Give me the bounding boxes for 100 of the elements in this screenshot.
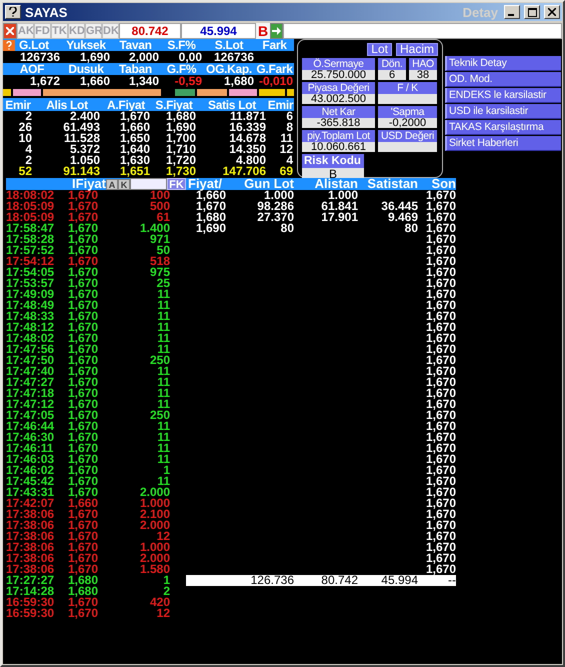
filter-field[interactable] (130, 178, 167, 190)
trade-lot: 11 (156, 377, 170, 388)
trade-lot: 11 (156, 388, 170, 399)
toolbar-tab[interactable]: GR (85, 23, 102, 39)
depth-cell-text: 6 (285, 111, 294, 122)
trade-price: 1,670 (68, 212, 100, 223)
trade-lot: 11 (156, 443, 170, 454)
last-price-cell-text: 1,670 (424, 443, 456, 454)
trade-lot: 2.000 (138, 487, 170, 498)
close-icon (6, 27, 14, 35)
stat-label: Dön. (378, 58, 406, 70)
trade-lot: 975 (148, 267, 170, 278)
last-price-cell-text: 1,670 (424, 531, 456, 542)
toolbar-tab[interactable]: KD (68, 23, 85, 39)
trade-price: 1,670 (68, 597, 100, 608)
trade-time: 17:48:49 (6, 300, 56, 311)
filter-button[interactable]: FK (167, 178, 186, 190)
trade-lot: 11 (157, 399, 170, 410)
flag-label: B (256, 23, 270, 39)
trade-lot: 11 (156, 432, 170, 443)
trade-lot: 12 (156, 531, 170, 542)
trade-lot: 11 (157, 421, 170, 432)
last-price-cell-text: 1,670 (424, 487, 456, 498)
trade-price: 1,670 (68, 289, 100, 300)
depth-cell-text: 1,700 (164, 133, 197, 144)
depth-cell-text: 14.678 (228, 133, 267, 144)
trade-price: 1,670 (68, 223, 100, 234)
trade-lot: 1 (163, 575, 170, 586)
help-button[interactable] (5, 5, 21, 19)
column-header: Alis Lot (45, 98, 89, 110)
last-price-cell-text: 1,670 (424, 399, 456, 410)
last-price-cell-text: 1,670 (424, 278, 456, 289)
trade-time: 17:54:05 (6, 267, 56, 278)
column-header: A.Fiyat (106, 98, 146, 110)
trade-time: 17:48:12 (6, 322, 56, 333)
stat-value: 43.002.500 (302, 94, 375, 104)
depth-total: 1,651 (118, 166, 151, 177)
column-header: Satis Lot (207, 98, 258, 110)
stat-label: 'Sapma (378, 106, 437, 118)
depth-cell-text: 1,670 (120, 111, 151, 122)
side-button[interactable]: TAKAS Karşılaştırma (445, 120, 561, 135)
toolbar-tab[interactable]: TK (51, 23, 68, 39)
depth-cell-text: 10 (18, 133, 33, 144)
trade-time: 17:42:07 (6, 498, 56, 509)
toolbar-tab[interactable]: DK (102, 23, 119, 39)
toolbar-tab[interactable]: AK (17, 23, 34, 39)
trade-price: 1,670 (68, 278, 100, 289)
stat-value-field (378, 142, 437, 152)
column-header: Taban (118, 63, 152, 75)
side-button[interactable]: USD ile karsilastir (445, 104, 561, 119)
depth-cell-text: 1,710 (164, 144, 197, 155)
trade-time: 17:45:42 (6, 476, 56, 487)
toggle-button[interactable]: Hacim (396, 43, 438, 56)
depth-total: 1,730 (164, 166, 197, 177)
last-price-cell-text: 1,670 (424, 465, 456, 476)
trade-price: 1,670 (68, 399, 100, 410)
trade-lot: 2.000 (138, 553, 170, 564)
column-header: G.F% (166, 63, 196, 75)
trade-lot: 1 (163, 465, 170, 476)
go-button[interactable] (270, 23, 284, 39)
side-button[interactable]: Teknik Detay (445, 56, 561, 71)
window-title: SAYAS (25, 4, 68, 20)
trade-lot: 1.000 (138, 542, 170, 553)
trade-lot: 12 (156, 608, 170, 619)
sort-button[interactable]: K (118, 178, 130, 190)
trade-time: 17:54:12 (6, 256, 56, 267)
stat-label: piy.Toplam Lot (302, 130, 375, 142)
summary-value: 0,00 (178, 52, 203, 62)
stat-label: Ö.Sermaye (302, 58, 375, 70)
column-header: Yuksek (65, 39, 107, 51)
toolbar-tab[interactable]: FD (34, 23, 51, 39)
help-icon (9, 7, 17, 17)
minimize-button[interactable] (504, 5, 520, 19)
trade-time: 17:47:27 (6, 377, 56, 388)
depth-cell-text: 1,640 (118, 144, 151, 155)
side-button[interactable]: ENDEKS le karsilastir (445, 88, 561, 103)
stat-value: -0,2000 (378, 118, 437, 128)
help-icon[interactable] (3, 40, 15, 50)
last-price-cell-text: 1,670 (424, 520, 456, 531)
trade-price: 1,670 (68, 344, 100, 355)
last-price-cell-text: 1,670 (424, 201, 456, 212)
trade-time: 17:46:30 (6, 432, 56, 443)
bid-lot-cell-text: 17.901 (320, 212, 358, 223)
trade-price: 1,670 (68, 454, 100, 465)
trade-time: 16:59:30 (6, 608, 56, 619)
risk-label: Risk Kodu (302, 154, 364, 168)
total-cell-text: 80.742 (320, 575, 358, 586)
stat-label: F / K (378, 82, 437, 94)
trade-lot: 11 (156, 322, 170, 333)
side-button[interactable]: OD. Mod. (445, 72, 561, 87)
trade-lot: 420 (148, 597, 170, 608)
input-field[interactable] (283, 23, 562, 39)
sort-button[interactable]: A (106, 178, 118, 190)
summary-value: 2,000 (128, 52, 160, 62)
column-header: Satistan (366, 178, 418, 190)
toggle-button[interactable]: Lot (367, 43, 392, 56)
price-cell-text: 1,660 (196, 190, 226, 201)
day-lot-cell-text: 98.286 (256, 201, 294, 212)
maximize-button[interactable] (524, 5, 540, 19)
side-button[interactable]: Sirket Haberleri (445, 136, 561, 151)
